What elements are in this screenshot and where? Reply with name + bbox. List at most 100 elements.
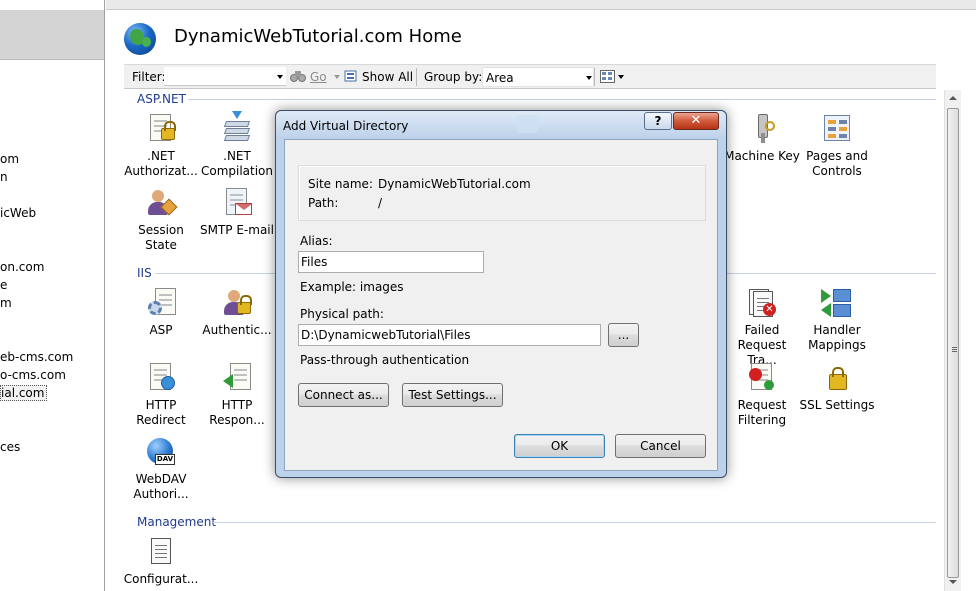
feature-label: .NET Authorizat... — [124, 149, 198, 178]
dotnet-compilation-icon — [221, 111, 253, 145]
physical-path-input[interactable]: D:\DynamicwebTutorial\Files — [298, 324, 601, 346]
dotnet-authorization-icon — [145, 113, 177, 145]
tree-item[interactable]: n — [0, 170, 8, 184]
feature-failed-request-tracing[interactable]: ✕ Failed Request Tra... — [724, 287, 800, 368]
show-all-icon — [344, 69, 360, 83]
tree-item[interactable]: eb-cms.com — [0, 350, 73, 364]
vertical-scrollbar[interactable] — [944, 90, 961, 591]
feature-label: Authentic... — [202, 323, 272, 337]
feature-asp[interactable]: ASP — [123, 287, 199, 338]
feature-label: Configurat... — [123, 572, 199, 586]
section-divider — [213, 522, 936, 523]
site-name-value: DynamicWebTutorial.com — [378, 177, 531, 191]
go-label: Go — [310, 70, 327, 84]
site-name-label: Site name: — [308, 177, 373, 191]
feature-label: SMTP E-mail — [200, 223, 274, 237]
feature-authentication[interactable]: Authentic... — [199, 287, 275, 338]
group-by-select[interactable]: Area — [482, 67, 594, 87]
dialog-body: Site name: DynamicWebTutorial.com Path: … — [284, 139, 718, 471]
request-filtering-icon — [746, 362, 778, 394]
close-icon: ✕ — [690, 113, 702, 128]
alias-input[interactable]: Files — [298, 251, 484, 273]
feature-dotnet-authorization[interactable]: .NET Authorizat... — [123, 113, 199, 179]
feature-http-redirect[interactable]: HTTP Redirect — [123, 362, 199, 428]
path-value: / — [378, 196, 383, 210]
section-title-aspnet: ASP.NET — [137, 92, 186, 106]
machine-key-icon — [746, 113, 778, 145]
alias-label: Alias: — [300, 234, 333, 248]
feature-label: Session State — [138, 223, 184, 252]
top-strip — [106, 0, 976, 10]
tree-item[interactable]: m — [0, 296, 12, 310]
physical-path-label: Physical path: — [300, 307, 384, 321]
feature-machine-key[interactable]: Machine Key — [724, 113, 800, 164]
view-dropdown-arrow-icon[interactable] — [618, 75, 624, 79]
group-by-label: Group by: — [424, 70, 483, 84]
configuration-editor-icon — [145, 536, 177, 568]
connections-tree-panel: om n icWeb on.com e m eb-cms.com o-cms.c… — [0, 0, 105, 591]
close-button[interactable]: ✕ — [673, 112, 719, 130]
authentication-icon — [221, 287, 253, 319]
help-button[interactable]: ? — [644, 112, 672, 130]
feature-label: ASP — [149, 323, 173, 337]
passthrough-auth-label: Pass-through authentication — [300, 353, 470, 367]
feature-label: Failed Request Tra... — [737, 323, 787, 367]
scroll-up-icon[interactable] — [949, 96, 957, 100]
dialog-titlebar[interactable]: Add Virtual Directory ? ✕ — [276, 111, 726, 139]
view-mode-icon[interactable] — [600, 70, 616, 84]
tree-item[interactable]: e — [0, 278, 7, 292]
connections-toolbar — [0, 10, 104, 60]
ok-button[interactable]: OK — [514, 434, 605, 458]
feature-request-filtering[interactable]: Request Filtering — [724, 362, 800, 428]
tree-item[interactable]: on.com — [0, 260, 44, 274]
feature-webdav-authoring[interactable]: DAV WebDAV Authori... — [123, 436, 199, 502]
feature-label: WebDAV Authori... — [133, 472, 189, 501]
tree-item[interactable]: o-cms.com — [0, 368, 66, 382]
webdav-authoring-icon: DAV — [145, 436, 177, 468]
failed-request-tracing-icon: ✕ — [746, 287, 778, 319]
scroll-down-icon[interactable] — [949, 580, 957, 584]
feature-label: SSL Settings — [799, 398, 875, 412]
path-label: Path: — [308, 196, 339, 210]
section-divider — [188, 99, 936, 100]
feature-handler-mappings[interactable]: Handler Mappings — [799, 287, 875, 353]
alias-example: Example: images — [300, 280, 404, 294]
feature-dotnet-compilation[interactable]: .NET Compilation — [199, 111, 275, 179]
tree-item-selected[interactable]: ial.com — [0, 385, 48, 401]
add-virtual-directory-dialog: Add Virtual Directory ? ✕ Site name: Dyn… — [275, 110, 727, 478]
feature-label: HTTP Redirect — [136, 398, 186, 427]
http-redirect-icon — [145, 362, 177, 394]
background-globe-icon — [516, 115, 538, 133]
test-settings-button[interactable]: Test Settings... — [402, 383, 503, 407]
feature-ssl-settings[interactable]: SSL Settings — [799, 362, 875, 413]
toolbar-separator — [416, 68, 417, 86]
go-dropdown-arrow-icon[interactable] — [334, 75, 340, 79]
scrollbar-thumb[interactable] — [947, 108, 959, 578]
feature-http-response-headers[interactable]: HTTP Respon... — [199, 362, 275, 428]
smtp-email-icon — [221, 187, 253, 219]
tree-item[interactable]: icWeb — [0, 206, 36, 220]
feature-label: .NET Compilation — [200, 149, 274, 178]
asp-icon — [145, 287, 177, 319]
section-title-management: Management — [137, 515, 217, 529]
tree-item[interactable]: ces — [0, 440, 20, 454]
binoculars-icon — [290, 69, 306, 83]
filter-input[interactable] — [164, 67, 286, 86]
feature-pages-and-controls[interactable]: Pages and Controls — [799, 113, 875, 179]
show-all-label: Show All — [362, 70, 414, 84]
feature-configuration-editor[interactable]: Configurat... — [123, 536, 199, 587]
connect-as-button[interactable]: Connect as... — [298, 383, 389, 407]
feature-session-state[interactable]: Session State — [123, 187, 199, 253]
section-title-iis: IIS — [137, 266, 152, 280]
feature-label: Machine Key — [724, 149, 800, 163]
browse-button[interactable]: ... — [608, 323, 639, 347]
site-info-group: Site name: DynamicWebTutorial.com Path: … — [298, 165, 706, 221]
feature-label: Handler Mappings — [808, 323, 866, 352]
ssl-settings-icon — [821, 362, 853, 394]
filter-dropdown-arrow-icon[interactable] — [277, 75, 283, 79]
tree-item[interactable]: om — [0, 152, 19, 166]
feature-label: Pages and Controls — [806, 149, 868, 178]
cancel-button[interactable]: Cancel — [615, 434, 706, 458]
feature-smtp-email[interactable]: SMTP E-mail — [199, 187, 275, 238]
filter-label: Filter: — [132, 70, 166, 84]
